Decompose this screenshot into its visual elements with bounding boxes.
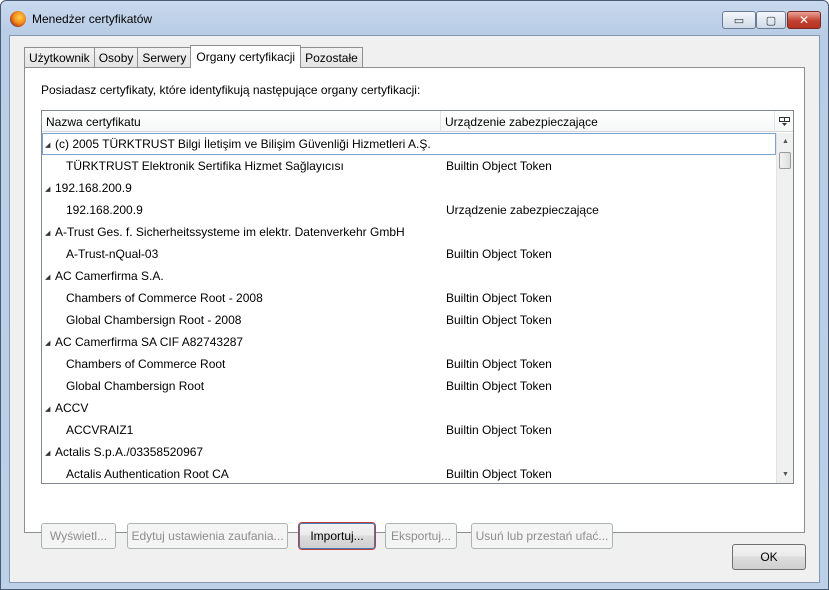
tab-authorities[interactable]: Organy certyfikacji — [190, 45, 302, 68]
certificate-name-text: Global Chambersign Root — [66, 379, 205, 393]
security-device: Builtin Object Token — [446, 291, 552, 305]
expand-toggle-icon[interactable]: ◢ — [45, 141, 55, 149]
tree-group-row[interactable]: ◢ 192.168.200.9 — [42, 177, 776, 199]
certificate-name: Chambers of Commerce Root — [42, 357, 441, 371]
tree-row[interactable]: Global Chambersign Root - 2008 Builtin Ob… — [42, 309, 776, 331]
expand-toggle-icon[interactable]: ◢ — [45, 449, 55, 457]
tree-row[interactable]: Chambers of Commerce Root - 2008 Builtin … — [42, 287, 776, 309]
certificate-manager-window: Menedżer certyfikatów ▭ ▢ ✕ Użytkownik O… — [0, 0, 829, 590]
window-title: Menedżer certyfikatów — [32, 12, 153, 26]
certificate-name: Actalis Authentication Root CA — [42, 467, 441, 481]
scroll-down-icon[interactable]: ▼ — [777, 466, 793, 483]
tree-group-row[interactable]: ◢ ACCV — [42, 397, 776, 419]
export-button[interactable]: Eksportuj... — [385, 523, 457, 549]
delete-distrust-button[interactable]: Usuń lub przestań ufać... — [471, 523, 613, 549]
certificate-tree[interactable]: Nazwa certyfikatu Urządzenie zabezpiecza… — [41, 110, 794, 484]
certificate-name: Global Chambersign Root - 2008 — [42, 313, 441, 327]
maximize-button[interactable]: ▢ — [756, 11, 786, 29]
certificate-name-text: (c) 2005 TÜRKTRUST Bilgi İletişim ve Bil… — [55, 137, 431, 151]
tab-others[interactable]: Pozostałe — [300, 47, 363, 68]
certificate-name: ◢ A-Trust Ges. f. Sicherheitssysteme im e… — [42, 225, 441, 239]
close-button[interactable]: ✕ — [787, 11, 821, 29]
tree-row[interactable]: Chambers of Commerce Root Builtin Object … — [42, 353, 776, 375]
minimize-button[interactable]: ▭ — [722, 11, 756, 29]
security-device: Builtin Object Token — [446, 247, 552, 261]
expand-toggle-icon[interactable]: ◢ — [45, 229, 55, 237]
expand-toggle-icon[interactable]: ◢ — [45, 273, 55, 281]
tree-row[interactable]: TÜRKTRUST Elektronik Sertifika Hizmet Sa… — [42, 155, 776, 177]
intro-text: Posiadasz certyfikaty, które identyfikuj… — [41, 83, 421, 97]
certificate-name-text: A-Trust-nQual-03 — [66, 247, 159, 261]
certificate-name: ◢ AC Camerfirma SA CIF A82743287 — [42, 335, 441, 349]
dialog-body: Użytkownik Osoby Serwery Organy certyfik… — [9, 35, 820, 583]
certificate-name-text: 192.168.200.9 — [66, 203, 143, 217]
certificate-name: ◢ ACCV — [42, 401, 441, 415]
column-header-device[interactable]: Urządzenie zabezpieczające — [441, 111, 775, 132]
tab-user[interactable]: Użytkownik — [24, 47, 95, 68]
tree-row[interactable]: ACCVRAIZ1 Builtin Object Token — [42, 419, 776, 441]
view-button[interactable]: Wyświetl... — [41, 523, 116, 549]
certificate-name-text: ACCVRAIZ1 — [66, 423, 134, 437]
tree-rows: ◢ (c) 2005 TÜRKTRUST Bilgi İletişim ve Bi… — [42, 133, 776, 483]
vertical-scrollbar[interactable]: ▲ ▼ — [776, 133, 793, 483]
ok-button[interactable]: OK — [732, 544, 806, 570]
certificate-name-text: ACCV — [55, 401, 89, 415]
expand-toggle-icon[interactable]: ◢ — [45, 185, 55, 193]
certificate-name-text: AC Camerfirma SA CIF A82743287 — [55, 335, 244, 349]
certificate-name: ACCVRAIZ1 — [42, 423, 441, 437]
scroll-thumb[interactable] — [779, 152, 791, 169]
certificate-name-text: Actalis S.p.A./03358520967 — [55, 445, 204, 459]
security-device: Builtin Object Token — [446, 467, 552, 481]
scroll-up-icon[interactable]: ▲ — [777, 133, 793, 150]
column-header-name[interactable]: Nazwa certyfikatu — [42, 111, 441, 132]
tree-row[interactable]: A-Trust-nQual-03 Builtin Object Token — [42, 243, 776, 265]
certificate-name: A-Trust-nQual-03 — [42, 247, 441, 261]
expand-toggle-icon[interactable]: ◢ — [45, 405, 55, 413]
certificate-name: ◢ 192.168.200.9 — [42, 181, 441, 195]
certificate-name-text: 192.168.200.9 — [55, 181, 132, 195]
tree-row[interactable]: Actalis Authentication Root CA Builtin Ob… — [42, 463, 776, 483]
security-device: Builtin Object Token — [446, 313, 552, 327]
certificate-name-text: Chambers of Commerce Root - 2008 — [66, 291, 263, 305]
column-picker-icon[interactable] — [775, 111, 793, 132]
certificate-name-text: Global Chambersign Root - 2008 — [66, 313, 242, 327]
certificate-name: TÜRKTRUST Elektronik Sertifika Hizmet Sa… — [42, 159, 441, 173]
maximize-icon: ▢ — [765, 14, 777, 27]
certificate-name-text: A-Trust Ges. f. Sicherheitssysteme im el… — [55, 225, 405, 239]
tree-group-row[interactable]: ◢ AC Camerfirma SA CIF A82743287 — [42, 331, 776, 353]
tab-strip: Użytkownik Osoby Serwery Organy certyfik… — [24, 45, 363, 68]
minimize-icon: ▭ — [733, 14, 745, 27]
tab-people[interactable]: Osoby — [93, 47, 139, 68]
security-device: Builtin Object Token — [446, 379, 552, 393]
certificate-name: Chambers of Commerce Root - 2008 — [42, 291, 441, 305]
tree-group-row[interactable]: ◢ Actalis S.p.A./03358520967 — [42, 441, 776, 463]
certificate-name-text: TÜRKTRUST Elektronik Sertifika Hizmet Sa… — [66, 159, 344, 173]
certificate-name: ◢ AC Camerfirma S.A. — [42, 269, 441, 283]
tab-servers[interactable]: Serwery — [137, 47, 192, 68]
certificate-name-text: Chambers of Commerce Root — [66, 357, 226, 371]
tree-group-row[interactable]: ◢ (c) 2005 TÜRKTRUST Bilgi İletişim ve Bi… — [42, 133, 776, 155]
security-device: Builtin Object Token — [446, 159, 552, 173]
certificate-name: ◢ (c) 2005 TÜRKTRUST Bilgi İletişim ve Bi… — [42, 137, 441, 151]
title-bar[interactable]: Menedżer certyfikatów ▭ ▢ ✕ — [1, 1, 828, 35]
security-device: Builtin Object Token — [446, 423, 552, 437]
tree-group-row[interactable]: ◢ AC Camerfirma S.A. — [42, 265, 776, 287]
tree-row[interactable]: Global Chambersign Root Builtin Object To… — [42, 375, 776, 397]
firefox-icon — [10, 11, 26, 27]
security-device: Builtin Object Token — [446, 357, 552, 371]
tree-header: Nazwa certyfikatu Urządzenie zabezpiecza… — [42, 111, 793, 132]
authorities-panel: Posiadasz certyfikaty, które identyfikuj… — [24, 67, 805, 549]
edit-trust-button[interactable]: Edytuj ustawienia zaufania... — [127, 523, 288, 549]
import-button[interactable]: Importuj... — [299, 523, 375, 549]
tree-group-row[interactable]: ◢ A-Trust Ges. f. Sicherheitssysteme im e… — [42, 221, 776, 243]
certificate-name-text: Actalis Authentication Root CA — [66, 467, 229, 481]
certificate-name-text: AC Camerfirma S.A. — [55, 269, 164, 283]
close-icon: ✕ — [798, 13, 810, 27]
expand-toggle-icon[interactable]: ◢ — [45, 339, 55, 347]
security-device: Urządzenie zabezpieczające — [446, 203, 599, 217]
certificate-name: ◢ Actalis S.p.A./03358520967 — [42, 445, 441, 459]
certificate-name: 192.168.200.9 — [42, 203, 441, 217]
tree-row[interactable]: 192.168.200.9 Urządzenie zabezpieczające — [42, 199, 776, 221]
certificate-name: Global Chambersign Root — [42, 379, 441, 393]
